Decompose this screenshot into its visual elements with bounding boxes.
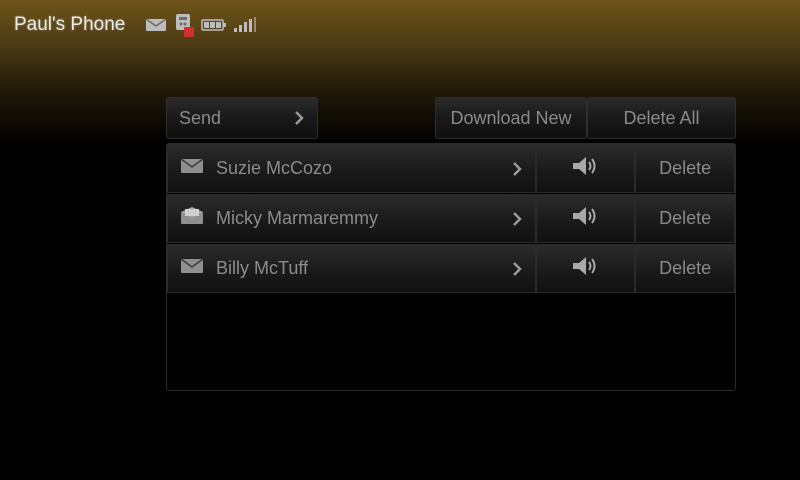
- chevron-right-icon: [511, 260, 523, 278]
- delete-all-label: Delete All: [623, 107, 700, 128]
- speaker-icon: [571, 205, 601, 232]
- delete-label: Delete: [659, 258, 712, 278]
- top-actions: Download New Delete All: [435, 97, 736, 139]
- caller-name: Micky Marmaremmy: [216, 208, 378, 228]
- list-item: Suzie McCozo Delete: [167, 144, 735, 193]
- envelope-closed-icon: [180, 258, 204, 279]
- message-list[interactable]: Suzie McCozo Delete Micky Marmaremmy Del…: [166, 143, 736, 391]
- download-new-label: Download New: [450, 107, 572, 128]
- phone-name: Paul's Phone: [14, 14, 126, 35]
- play-speaker-button[interactable]: [535, 144, 636, 193]
- chevron-right-icon: [293, 109, 305, 127]
- play-speaker-button[interactable]: [535, 194, 636, 243]
- delete-label: Delete: [659, 158, 712, 178]
- caller-name: Billy McTuff: [216, 258, 309, 278]
- delete-button[interactable]: Delete: [635, 194, 735, 243]
- play-speaker-button[interactable]: [535, 244, 636, 293]
- download-new-button[interactable]: Download New: [435, 97, 587, 139]
- speaker-icon: [571, 255, 601, 282]
- caller-name: Suzie McCozo: [216, 158, 333, 178]
- delete-all-button[interactable]: Delete All: [587, 97, 736, 139]
- delete-button[interactable]: Delete: [635, 144, 735, 193]
- list-item: Billy McTuff Delete: [167, 244, 735, 293]
- delete-button[interactable]: Delete: [635, 244, 735, 293]
- message-open-button[interactable]: Suzie McCozo: [167, 144, 536, 193]
- delete-label: Delete: [659, 208, 712, 228]
- send-label: Send: [179, 107, 222, 128]
- signal-icon: [233, 17, 257, 33]
- screen: Paul's Phone Send Download New Delete Al…: [0, 0, 800, 480]
- voicemail-alert-icon: [173, 12, 195, 38]
- battery-icon: [201, 19, 227, 31]
- envelope-open-icon: [180, 207, 204, 230]
- message-open-button[interactable]: Billy McTuff: [167, 244, 536, 293]
- list-item: Micky Marmaremmy Delete: [167, 194, 735, 243]
- chevron-right-icon: [511, 210, 523, 228]
- message-icon: [145, 18, 167, 32]
- send-button[interactable]: Send: [166, 97, 318, 139]
- envelope-closed-icon: [180, 158, 204, 179]
- chevron-right-icon: [511, 160, 523, 178]
- message-open-button[interactable]: Micky Marmaremmy: [167, 194, 536, 243]
- status-icons: [145, 12, 257, 38]
- status-bar: Paul's Phone: [14, 10, 257, 40]
- speaker-icon: [571, 155, 601, 182]
